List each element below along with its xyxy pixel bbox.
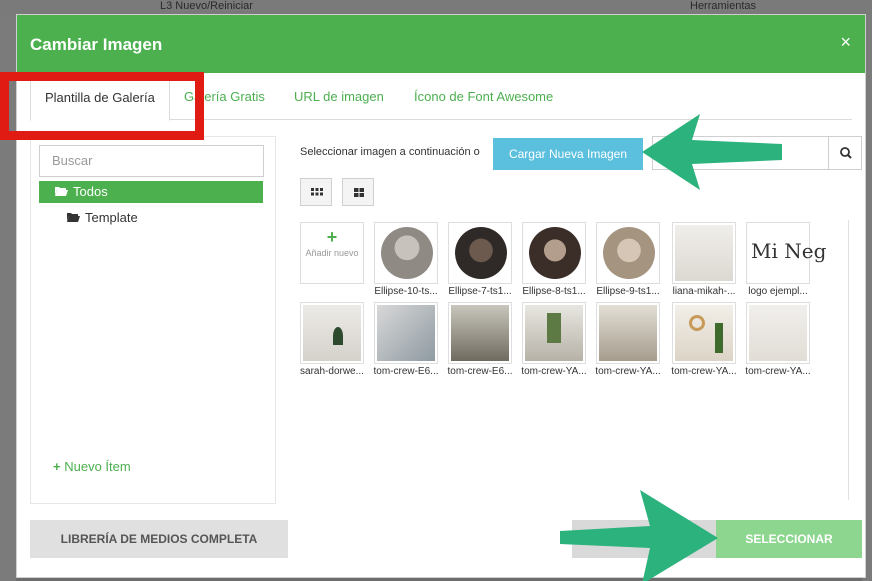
grid-small-view-button[interactable] — [300, 178, 332, 206]
image-label: Ellipse-7-ts1... — [448, 286, 512, 297]
grid-large-icon — [354, 188, 364, 197]
bg-tools: Herramientas — [690, 0, 757, 12]
image-label: sarah-dorwe... — [300, 366, 364, 377]
photo-image — [303, 305, 361, 361]
background-toolbar: L3 Nuevo/Reiniciar Herramientas — [0, 0, 872, 14]
image-thumbnail[interactable] — [448, 222, 512, 284]
image-thumbnail[interactable] — [522, 222, 586, 284]
image-thumbnail[interactable] — [672, 222, 736, 284]
search-button[interactable] — [828, 136, 862, 170]
portrait-image — [381, 227, 433, 279]
folder-open-icon — [55, 181, 68, 196]
tab-image-url[interactable]: URL de imagen — [280, 74, 398, 120]
photo-image — [451, 305, 509, 361]
folder-panel: Buscar Todos Template + Nuevo Ítem — [30, 136, 276, 504]
folder-label: Template — [85, 210, 138, 225]
image-thumbnail[interactable] — [374, 302, 438, 364]
folder-open-icon — [67, 207, 80, 222]
image-label: tom-crew-YA... — [671, 366, 737, 377]
image-label: liana-mikah-... — [672, 286, 736, 297]
search-icon — [840, 147, 852, 159]
full-media-library-button[interactable]: LIBRERÍA DE MEDIOS COMPLETA — [30, 520, 288, 558]
image-thumbnail[interactable] — [596, 302, 660, 364]
image-thumbnail[interactable] — [596, 222, 660, 284]
image-thumbnail[interactable] — [374, 222, 438, 284]
portrait-image — [529, 227, 581, 279]
plus-icon: + — [53, 459, 61, 474]
annotation-arrow-upload — [642, 114, 782, 190]
folder-item-todos[interactable]: Todos — [39, 181, 263, 203]
image-label: Ellipse-8-ts1... — [522, 286, 586, 297]
highlight-box — [0, 72, 204, 140]
photo-image — [675, 225, 733, 281]
photo-image — [525, 305, 583, 361]
portrait-image — [603, 227, 655, 279]
tab-font-awesome[interactable]: Ícono de Font Awesome — [400, 74, 567, 120]
image-label: tom-crew-E6... — [373, 366, 439, 377]
upload-new-image-button[interactable]: Cargar Nueva Imagen — [493, 138, 643, 170]
close-icon[interactable]: × — [840, 32, 851, 53]
image-thumbnail[interactable]: Mi Neg — [746, 222, 826, 284]
image-label: tom-crew-YA... — [595, 366, 661, 377]
select-instruction: Seleccionar imagen a continuación o — [300, 146, 480, 158]
folder-label: Todos — [73, 184, 108, 199]
photo-image — [675, 305, 733, 361]
photo-image — [749, 305, 807, 361]
image-label: tom-crew-YA... — [521, 366, 587, 377]
add-new-image-tile[interactable]: + Añadir nuevo — [300, 222, 364, 284]
new-item-button[interactable]: + Nuevo Ítem — [53, 459, 131, 474]
new-item-label: Nuevo Ítem — [64, 459, 131, 474]
photo-image — [599, 305, 657, 361]
bg-new-reset: L3 Nuevo/Reiniciar — [160, 0, 253, 12]
folder-search-input[interactable]: Buscar — [39, 145, 264, 177]
image-thumbnail[interactable] — [746, 302, 810, 364]
image-label: Ellipse-9-ts1... — [596, 286, 660, 297]
plus-icon: + — [326, 227, 338, 247]
image-label: Ellipse-10-ts... — [374, 286, 438, 297]
image-thumbnail[interactable] — [522, 302, 586, 364]
image-thumbnail[interactable] — [300, 302, 364, 364]
image-thumbnail[interactable] — [672, 302, 736, 364]
modal-header: Cambiar Imagen × — [17, 15, 865, 73]
select-button[interactable]: SELECCIONAR — [716, 520, 862, 558]
add-new-label: Añadir nuevo — [305, 248, 359, 258]
portrait-image — [455, 227, 507, 279]
logo-text: Mi Neg — [751, 239, 827, 263]
image-label: tom-crew-YA... — [745, 366, 811, 377]
grid-large-view-button[interactable] — [342, 178, 374, 206]
annotation-arrow-select — [560, 490, 718, 581]
modal-title: Cambiar Imagen — [30, 35, 163, 54]
image-label: logo ejempl... — [748, 286, 808, 297]
folder-item-template[interactable]: Template — [67, 207, 138, 229]
photo-image — [377, 305, 435, 361]
image-label: tom-crew-E6... — [447, 366, 513, 377]
image-thumbnail[interactable] — [448, 302, 512, 364]
grid-small-icon — [311, 188, 323, 196]
gallery-scroll-divider — [848, 220, 849, 500]
